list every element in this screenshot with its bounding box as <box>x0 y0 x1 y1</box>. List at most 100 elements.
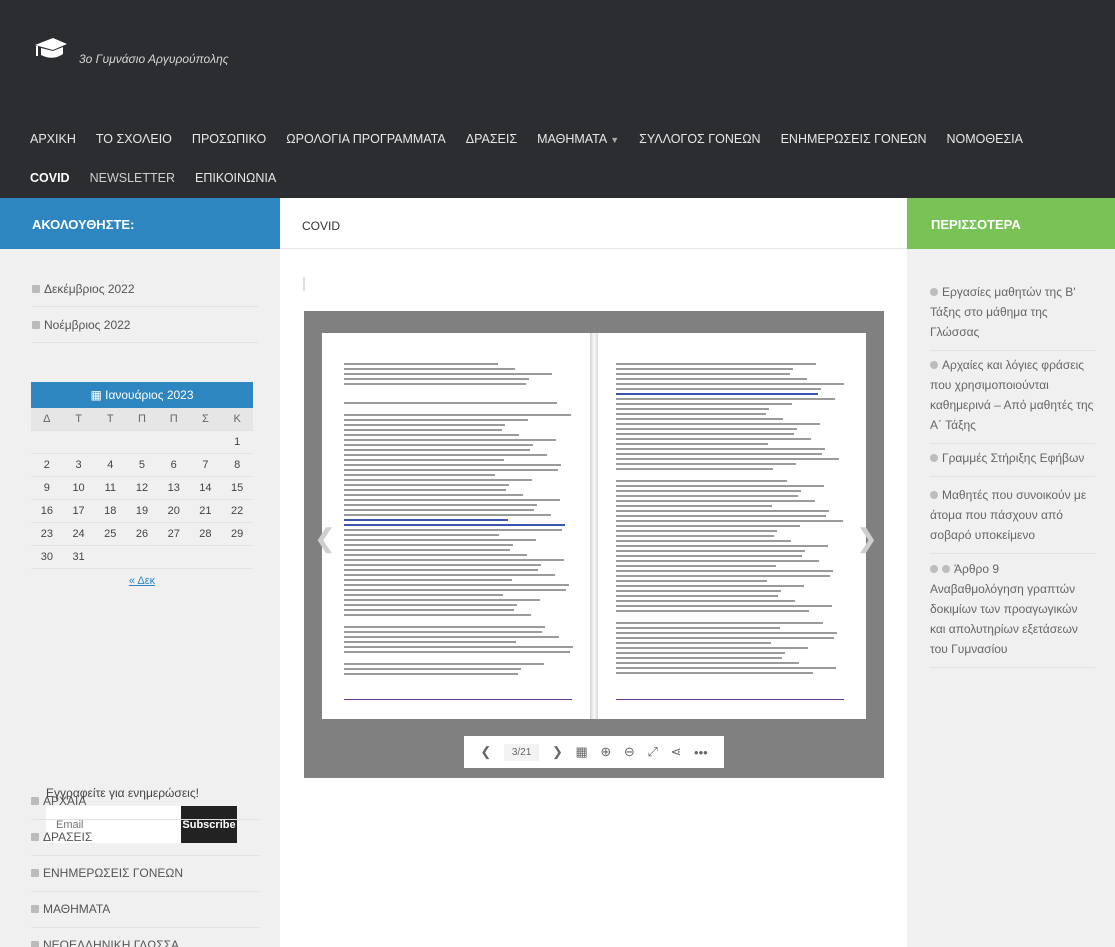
category-link[interactable]: ΝΕΟΕΛΛΗΝΙΚΗ ΓΛΩΣΣΑ <box>31 938 259 947</box>
nav-item-lessons[interactable]: ΜΑΘΗΜΑΤΑ ▼ <box>537 132 619 146</box>
page-text-line <box>344 641 516 643</box>
category-link[interactable]: ΕΝΗΜΕΡΩΣΕΙΣ ΓΟΝΕΩΝ <box>31 866 259 892</box>
page-indicator[interactable]: 3/21 <box>503 743 540 761</box>
calendar-prev-link[interactable]: « Δεκ <box>31 575 253 587</box>
page-text-line <box>344 484 509 486</box>
site-title[interactable]: 3ο Γυμνάσιο Αργυρούπολης <box>79 52 229 66</box>
calendar-empty-cell <box>94 546 127 569</box>
calendar-weekday: Π <box>157 408 190 431</box>
calendar-day: 18 <box>94 500 127 523</box>
page-text-line <box>344 402 557 404</box>
site-logo[interactable]: 3ο Γυμνάσιο Αργυρούπολης <box>33 36 229 66</box>
nav-row-2: COVID NEWSLETTER ΕΠΙΚΟΙΝΩΝΙΑ <box>0 159 1115 197</box>
archive-link[interactable]: Νοέμβριος 2022 <box>32 318 258 343</box>
page-text-line <box>616 463 796 465</box>
folder-icon <box>31 833 39 841</box>
page-text-line <box>344 604 517 606</box>
calendar-empty-cell <box>221 546 253 569</box>
next-page-icon[interactable]: ❯ <box>552 744 563 760</box>
page-text-line <box>344 373 552 375</box>
nav-item-covid[interactable]: COVID <box>30 171 70 185</box>
more-link[interactable]: Μαθητές που συνοικούν με άτομα που πάσχο… <box>930 485 1095 554</box>
content-placeholder <box>303 277 305 291</box>
page-text-line <box>344 524 565 526</box>
nav-item-parents-association[interactable]: ΣΥΛΛΟΓΟΣ ΓΟΝΕΩΝ <box>639 132 760 146</box>
more-link-label: Μαθητές που συνοικούν με άτομα που πάσχο… <box>930 488 1087 542</box>
category-link[interactable]: ΜΑΘΗΜΑΤΑ <box>31 902 259 928</box>
calendar-day: 2 <box>31 454 63 477</box>
page-text-line <box>616 453 822 455</box>
zoom-out-icon[interactable]: ⊖ <box>624 744 635 760</box>
more-link[interactable]: Άρθρο 9 Αναβαθμολόγηση γραπτών δοκιμίων … <box>930 559 1095 668</box>
page-text-line <box>616 647 808 649</box>
page-text-line <box>344 651 570 653</box>
calendar-day: 21 <box>189 500 222 523</box>
more-options-icon[interactable]: ••• <box>694 745 708 760</box>
page-text-line <box>344 414 571 416</box>
page-text-line <box>616 458 839 460</box>
more-heading: ΠΕΡΙΣΣΟΤΕΡΑ <box>907 198 1115 249</box>
archive-link[interactable]: Δεκέμβριος 2022 <box>32 282 258 307</box>
page-footer <box>344 699 572 705</box>
nav-item-parent-updates[interactable]: ΕΝΗΜΕΡΩΣΕΙΣ ΓΟΝΕΩΝ <box>781 132 927 146</box>
follow-heading: ΑΚΟΛΟΥΘΗΣΤΕ: <box>0 198 280 249</box>
page-text-line <box>616 600 795 602</box>
thumbnails-icon[interactable]: ▦ <box>575 744 587 760</box>
share-icon[interactable]: ⋖ <box>670 744 681 760</box>
calendar-weekday: Δ <box>31 408 63 431</box>
page-text-line <box>616 525 800 527</box>
nav-item-activities[interactable]: ΔΡΑΣΕΙΣ <box>466 132 517 146</box>
bullet-icon <box>930 288 938 296</box>
more-link[interactable]: Γραμμές Στήριξης Εφήβων <box>930 448 1095 477</box>
page-text-line <box>344 599 540 601</box>
page-text-line <box>344 464 561 466</box>
page-text-line <box>616 595 778 597</box>
calendar-day: 13 <box>157 477 190 500</box>
zoom-in-icon[interactable]: ⊕ <box>600 744 611 760</box>
calendar-day: 20 <box>157 500 190 523</box>
calendar-icon <box>32 321 40 329</box>
calendar-weekday: Κ <box>221 408 253 431</box>
page-text-line <box>616 448 825 450</box>
page-text-line <box>616 672 813 674</box>
calendar-day: 17 <box>62 500 95 523</box>
nav-item-school[interactable]: ΤΟ ΣΧΟΛΕΙΟ <box>96 132 172 146</box>
prev-page-arrow-icon[interactable]: ❮ <box>314 523 336 554</box>
main-nav: ΑΡΧΙΚΗ ΤΟ ΣΧΟΛΕΙΟ ΠΡΟΣΩΠΙΚΟ ΩΡΟΛΟΓΙΑ ΠΡΟ… <box>0 120 1115 197</box>
calendar-empty-cell <box>157 546 190 569</box>
page-text-line <box>616 423 820 425</box>
page-text-line <box>616 667 836 669</box>
page-text-line <box>616 510 829 512</box>
calendar-title: Ιανουάριος 2023 <box>105 388 194 402</box>
nav-item-legislation[interactable]: ΝΟΜΟΘΕΣΙΑ <box>947 132 1023 146</box>
page-text-line <box>616 485 824 487</box>
fullscreen-icon[interactable]: ⤢ <box>647 744 657 760</box>
calendar-day: 26 <box>126 523 158 546</box>
page-text-line <box>344 444 533 446</box>
category-link[interactable]: ΑΡΧΑΙΑ <box>31 794 259 820</box>
more-link-label: Άρθρο 9 Αναβαθμολόγηση γραπτών δοκιμίων … <box>930 562 1078 656</box>
nav-item-contact[interactable]: ΕΠΙΚΟΙΝΩΝΙΑ <box>195 171 276 185</box>
page-text-line <box>344 504 537 506</box>
page-text-line <box>616 570 833 572</box>
calendar-weekday: Τ <box>94 408 127 431</box>
page-footer <box>616 699 844 705</box>
nav-item-home[interactable]: ΑΡΧΙΚΗ <box>30 132 76 146</box>
next-page-arrow-icon[interactable]: ❯ <box>856 523 878 554</box>
page-text-line <box>344 499 560 501</box>
more-link[interactable]: Αρχαίες και λόγιες φράσεις που χρησιμοπο… <box>930 355 1095 444</box>
page-text-line <box>616 627 780 629</box>
nav-item-staff[interactable]: ΠΡΟΣΩΠΙΚΟ <box>192 132 266 146</box>
category-link[interactable]: ΔΡΑΣΕΙΣ <box>31 830 259 856</box>
prev-page-icon[interactable]: ❮ <box>480 744 491 760</box>
page-text-line <box>616 555 802 557</box>
book-page-left <box>322 333 594 719</box>
page-text-line <box>344 489 506 491</box>
pdf-flipbook-viewer[interactable]: ❮ ❯ ❮ 3/21 ❯ ▦ ⊕ ⊖ ⤢ ⋖ ••• <box>304 311 884 778</box>
calendar-icon <box>32 285 40 293</box>
page-text-line <box>344 509 534 511</box>
page-text-line <box>344 663 544 665</box>
nav-item-timetables[interactable]: ΩΡΟΛΟΓΙΑ ΠΡΟΓΡΑΜΜΑΤΑ <box>286 132 445 146</box>
nav-item-newsletter[interactable]: NEWSLETTER <box>90 171 175 185</box>
more-link[interactable]: Εργασίες μαθητών της Β' Τάξης στο μάθημα… <box>930 282 1095 351</box>
